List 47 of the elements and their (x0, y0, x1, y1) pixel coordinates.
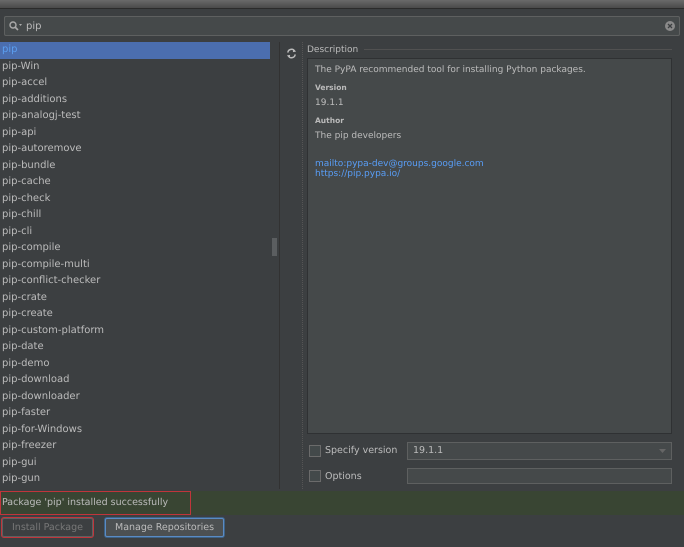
status-text: Package 'pip' installed successfully (0, 491, 191, 515)
clear-icon[interactable] (665, 21, 675, 31)
option-label: Specify version (325, 445, 398, 456)
refresh-button[interactable] (284, 46, 298, 60)
package-item[interactable]: pip-analogj-test (0, 108, 270, 124)
package-item[interactable]: pip-Win (0, 58, 270, 75)
package-item[interactable]: pip-accel (0, 75, 270, 92)
package-item[interactable]: pip-additions (0, 92, 270, 108)
package-item[interactable]: pip-autoremove (0, 141, 270, 158)
package-item[interactable]: pip-compile-multi (0, 256, 270, 273)
checkbox[interactable] (309, 444, 321, 457)
section-title: Description (307, 44, 358, 55)
package-item[interactable]: pip-custom-platform (0, 322, 270, 339)
package-item[interactable]: pip-gun (0, 471, 270, 488)
description-text: The PyPA recommended tool for installing Python packages. (315, 64, 587, 75)
package-item[interactable]: pip-crate (0, 290, 270, 306)
package-item[interactable]: pip-download (0, 372, 270, 388)
package-item[interactable]: pip-chill (0, 207, 270, 224)
package-item[interactable]: pip-demo (0, 356, 270, 372)
package-item[interactable]: pip-check (0, 190, 270, 207)
dropdown-icon (659, 448, 666, 453)
author-text: The pip developers (315, 130, 402, 141)
checkbox[interactable] (309, 470, 321, 482)
version-text: 19.1.1 (315, 98, 345, 108)
package-item[interactable]: pip-api (0, 124, 270, 141)
package-item[interactable]: pip-bundle (0, 158, 270, 174)
package-item[interactable]: pip-cli (0, 224, 270, 240)
search-field[interactable]: pip (4, 16, 680, 36)
version-select[interactable]: 19.1.1 (407, 442, 672, 460)
package-item[interactable]: pip-faster (0, 405, 270, 422)
scrollbar-thumb[interactable] (272, 238, 277, 256)
option-label: Options (325, 470, 363, 482)
options-field[interactable] (407, 468, 672, 484)
dialog-button[interactable]: Manage Repositories (105, 518, 224, 537)
package-item[interactable]: pip-compile (0, 240, 270, 256)
package-item[interactable]: pip-freezer (0, 438, 270, 454)
search-icon (9, 21, 23, 31)
link[interactable]: https://pip.pypa.io/ (315, 168, 664, 179)
package-item[interactable]: pip-conflict-checker (0, 273, 270, 290)
package-item[interactable]: pip-create (0, 306, 270, 322)
link[interactable]: mailto:pypa-dev@groups.google.com (315, 158, 664, 169)
package-item[interactable]: pip-date (0, 339, 270, 356)
package-item[interactable]: pip-downloader (0, 388, 270, 405)
package-item[interactable]: pip-cache (0, 174, 270, 190)
search-text: pip (26, 20, 42, 32)
package-item[interactable]: pip-gui (0, 454, 270, 471)
package-item[interactable]: pip-for-Windows (0, 422, 270, 438)
